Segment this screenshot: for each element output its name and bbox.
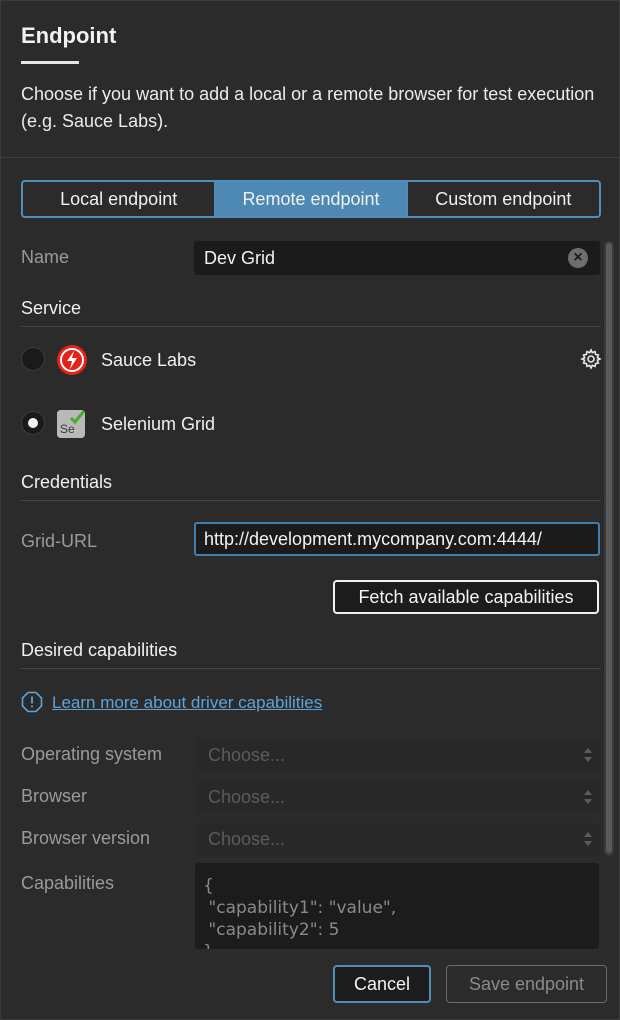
endpoint-dialog: Endpoint Choose if you want to add a loc… xyxy=(0,0,620,1020)
dialog-description: Choose if you want to add a local or a r… xyxy=(21,84,595,131)
cancel-button[interactable]: Cancel xyxy=(333,965,431,1003)
radio-sauce-labs[interactable] xyxy=(21,347,45,371)
browser-version-placeholder: Choose... xyxy=(208,829,286,849)
operating-system-label: Operating system xyxy=(21,744,163,764)
capabilities-heading: Desired capabilities xyxy=(21,640,178,660)
select-arrows-icon xyxy=(584,790,592,804)
operating-system-placeholder: Choose... xyxy=(208,745,286,765)
grid-url-input[interactable]: http://development.mycompany.com:4444/ xyxy=(194,522,600,556)
capabilities-divider xyxy=(21,668,601,669)
tab-local-endpoint[interactable]: Local endpoint xyxy=(23,182,214,216)
grid-url-label: Grid-URL xyxy=(21,531,98,551)
dialog-title: Endpoint xyxy=(21,23,117,48)
operating-system-select[interactable]: Choose... xyxy=(197,739,599,771)
svg-text:Se: Se xyxy=(60,422,75,436)
save-endpoint-button[interactable]: Save endpoint xyxy=(446,965,607,1003)
learn-more-link[interactable]: Learn more about driver capabilities xyxy=(52,693,322,713)
capabilities-textarea[interactable]: { "capability1": "value", "capability2":… xyxy=(195,863,599,949)
browser-version-select[interactable]: Choose... xyxy=(197,823,599,855)
select-arrows-icon xyxy=(584,832,592,846)
name-input[interactable]: Dev Grid × xyxy=(194,241,600,275)
tab-remote-endpoint[interactable]: Remote endpoint xyxy=(214,182,407,216)
credentials-divider xyxy=(21,500,601,501)
browser-placeholder: Choose... xyxy=(208,787,286,807)
fetch-capabilities-button[interactable]: Fetch available capabilities xyxy=(333,580,599,614)
name-label: Name xyxy=(21,247,70,267)
service-heading: Service xyxy=(21,298,82,318)
tab-custom-endpoint[interactable]: Custom endpoint xyxy=(406,182,599,216)
sauce-labs-logo xyxy=(57,345,87,375)
grid-url-value: http://development.mycompany.com:4444/ xyxy=(204,529,542,549)
browser-label: Browser xyxy=(21,786,88,806)
select-arrows-icon xyxy=(584,748,592,762)
name-input-value: Dev Grid xyxy=(204,248,276,268)
browser-version-label: Browser version xyxy=(21,828,151,848)
selenium-logo: Se xyxy=(57,410,86,438)
scrollbar-thumb[interactable] xyxy=(606,243,612,853)
service-divider xyxy=(21,326,601,327)
service-selenium-grid-label[interactable]: Selenium Grid xyxy=(101,414,215,435)
browser-select[interactable]: Choose... xyxy=(197,781,599,813)
title-underline xyxy=(21,61,79,64)
radio-selenium-grid[interactable] xyxy=(21,411,45,435)
credentials-heading: Credentials xyxy=(21,472,113,492)
endpoint-type-tabs: Local endpoint Remote endpoint Custom en… xyxy=(21,180,601,218)
dialog-header: Endpoint Choose if you want to add a loc… xyxy=(1,1,620,158)
clear-icon[interactable]: × xyxy=(568,248,588,268)
info-icon xyxy=(21,691,43,713)
capabilities-label: Capabilities xyxy=(21,873,115,893)
gear-icon[interactable] xyxy=(580,348,602,370)
service-sauce-labs-label[interactable]: Sauce Labs xyxy=(101,350,196,371)
